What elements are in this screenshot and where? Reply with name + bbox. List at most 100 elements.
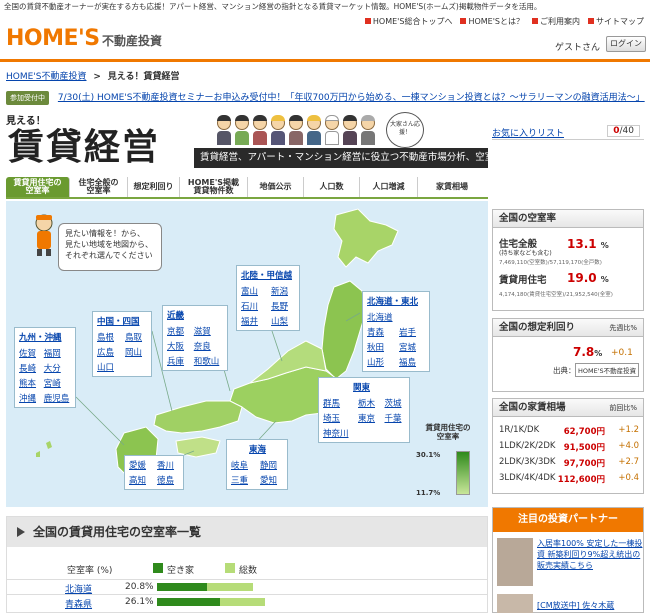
tab-rental-vacancy[interactable]: 賃貸用住宅の 空室率 (6, 177, 70, 197)
legend-vacant-swatch (153, 563, 163, 573)
region-kyushu-title[interactable]: 九州・沖縄 (19, 331, 71, 343)
tab-population[interactable]: 人口数 (304, 177, 360, 197)
pref-aomori[interactable]: 青森 (367, 326, 393, 338)
tab-listing-count[interactable]: HOME'S掲載 賃貸物件数 (180, 177, 248, 197)
logo-subtitle: 不動産投資 (102, 34, 163, 48)
pref-tottori[interactable]: 鳥取 (125, 331, 147, 343)
link-homes-top[interactable]: HOME'S総合トップへ (364, 16, 452, 27)
pref-fukuoka[interactable]: 福岡 (44, 347, 71, 359)
pref-iwate[interactable]: 岩手 (399, 326, 425, 338)
person-icon (360, 114, 376, 146)
link-sitemap[interactable]: サイトマップ (588, 16, 644, 27)
pref-yamagata[interactable]: 山形 (367, 356, 393, 368)
link-about[interactable]: HOME'Sとは？ (460, 16, 524, 27)
homes-logo[interactable]: HOME'S (6, 26, 100, 51)
pref-ishikawa[interactable]: 石川 (241, 300, 265, 312)
pref-wakayama[interactable]: 和歌山 (194, 355, 223, 367)
pref-saga[interactable]: 佐賀 (19, 347, 38, 359)
breadcrumb-home[interactable]: HOME'S不動産投資 (6, 72, 87, 82)
region-tokai-prefs: 岐阜 静岡 三重 愛知 (231, 459, 283, 486)
pref-gunma[interactable]: 群馬 (323, 397, 352, 409)
pref-nara[interactable]: 奈良 (194, 340, 223, 352)
pref-tokushima[interactable]: 徳島 (157, 474, 179, 486)
person-icon (306, 114, 322, 146)
pref-miyazaki[interactable]: 宮崎 (44, 377, 71, 389)
rent-row: 2LDK/3K/3DK 97,700円 +2.7 (499, 457, 639, 469)
yield-change: +0.1 (611, 348, 633, 358)
pref-kyoto[interactable]: 京都 (167, 325, 188, 337)
pref-miyagi[interactable]: 宮城 (399, 341, 425, 353)
pref-niigata[interactable]: 新潟 (271, 285, 295, 297)
login-button[interactable]: ログイン (606, 36, 646, 52)
tab-rent-market[interactable]: 家賃相場 (418, 177, 486, 197)
pref-osaka[interactable]: 大阪 (167, 340, 188, 352)
title-area: 見える！ 賃貸経営 大家さん応援！ 賃貸経営、アパート・マンション経営に役立つ不… (6, 112, 523, 172)
partner-link-1[interactable]: 入居率100% 安定した一棟投資 新築利回り9%超え統出の販売実績こちら (537, 538, 643, 571)
pref-akita[interactable]: 秋田 (367, 341, 393, 353)
link-guide[interactable]: ご利用案内 (532, 16, 580, 27)
pref-hyogo[interactable]: 兵庫 (167, 355, 188, 367)
pref-aichi[interactable]: 愛知 (260, 474, 283, 486)
pref-shimane[interactable]: 島根 (97, 331, 119, 343)
pref-ehime[interactable]: 愛媛 (129, 459, 151, 471)
partner-image[interactable] (497, 538, 533, 586)
pref-gifu[interactable]: 岐阜 (231, 459, 254, 471)
legend-low: 11.7% (416, 489, 441, 497)
pref-nagasaki[interactable]: 長崎 (19, 362, 38, 374)
pref-toyama[interactable]: 富山 (241, 285, 265, 297)
pref-yamaguchi[interactable]: 山口 (97, 361, 119, 373)
pref-mie[interactable]: 三重 (231, 474, 254, 486)
pref-tokyo[interactable]: 東京 (358, 412, 379, 424)
pref-fukui[interactable]: 福井 (241, 315, 265, 327)
pref-kochi[interactable]: 高知 (129, 474, 151, 486)
pref-kagawa[interactable]: 香川 (157, 459, 179, 471)
pref-fukushima[interactable]: 福島 (399, 356, 425, 368)
region-kyushu: 九州・沖縄 佐賀 福岡 長崎 大分 熊本 宮崎 沖縄 鹿児島 (14, 327, 76, 408)
tab-general-vacancy[interactable]: 住宅全般の 空室率 (70, 177, 128, 197)
notice-link[interactable]: 7/30(土) HOME'S不動産投資セミナーお申込み受付中！「年収700万円か… (58, 93, 645, 103)
pref-chiba[interactable]: 千葉 (385, 412, 406, 424)
pref-saitama[interactable]: 埼玉 (323, 412, 352, 424)
person-icon (234, 114, 250, 146)
pref-kanagawa[interactable]: 神奈川 (323, 427, 352, 439)
rent-note: 前回比% (609, 404, 637, 412)
legend-total: 総数 (239, 566, 258, 576)
region-kyushu-prefs: 佐賀 福岡 長崎 大分 熊本 宮崎 沖縄 鹿児島 (19, 347, 71, 404)
pref-hiroshima[interactable]: 広島 (97, 346, 119, 358)
pref-rate-value: 26.1% (125, 597, 154, 607)
region-tohoku-title[interactable]: 北海道・東北 (367, 295, 425, 307)
region-chugoku-prefs: 島根 鳥取 広島 岡山 山口 (97, 331, 147, 373)
region-chugoku-title[interactable]: 中国・四国 (97, 315, 147, 327)
pref-oita[interactable]: 大分 (44, 362, 71, 374)
pref-ibaraki[interactable]: 茨城 (385, 397, 406, 409)
rental-sub: 4,174,180(賃貸住宅空室)/21,952,540(全室) (499, 292, 613, 298)
tab-population-change[interactable]: 人口増減 (360, 177, 418, 197)
region-hokuriku-title[interactable]: 北陸・甲信越 (241, 269, 295, 281)
pref-okayama[interactable]: 岡山 (125, 346, 147, 358)
favorites-link[interactable]: お気に入りリスト (492, 126, 564, 139)
pref-shizuoka[interactable]: 静岡 (260, 459, 283, 471)
pref-nagano[interactable]: 長野 (271, 300, 295, 312)
header-links: HOME'S総合トップへ HOME'Sとは？ ご利用案内 サイトマップ (364, 16, 644, 27)
pref-shiga[interactable]: 滋賀 (194, 325, 223, 337)
map-west (153, 400, 243, 434)
pref-kumamoto[interactable]: 熊本 (19, 377, 38, 389)
region-kinki-title[interactable]: 近畿 (167, 309, 223, 321)
region-kanto-title[interactable]: 関東 (353, 381, 405, 393)
pref-name-link[interactable]: 青森県 (65, 597, 92, 610)
region-chugoku: 中国・四国 島根 鳥取 広島 岡山 山口 (92, 311, 152, 377)
pref-hokkaido[interactable]: 北海道 (367, 311, 425, 323)
partner-link-2[interactable]: [CM放送中] 佐々木蔵 (537, 600, 643, 611)
pref-kagoshima[interactable]: 鹿児島 (44, 392, 71, 404)
rental-value: 19.0 % (567, 271, 609, 285)
pref-yamanashi[interactable]: 山梨 (271, 315, 295, 327)
region-tokai-title[interactable]: 東海 (249, 443, 283, 455)
legend-gradient (456, 451, 470, 495)
partner-image-2[interactable] (497, 594, 533, 613)
region-kinki: 近畿 京都 滋賀 大阪 奈良 兵庫 和歌山 (162, 305, 228, 371)
yield-source[interactable]: HOME'S不動産投資 (575, 363, 640, 377)
tab-yield[interactable]: 想定利回り (128, 177, 180, 197)
tab-land-price[interactable]: 地価公示 (248, 177, 304, 197)
pref-tochigi[interactable]: 栃木 (358, 397, 379, 409)
pref-okinawa[interactable]: 沖縄 (19, 392, 38, 404)
